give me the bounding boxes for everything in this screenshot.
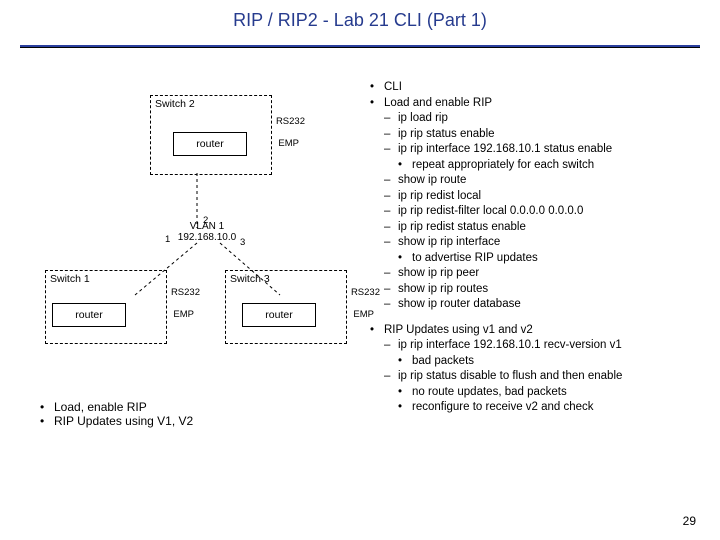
port-2: 2 bbox=[203, 215, 208, 226]
vlan-subnet: 192.168.10.0 bbox=[172, 232, 242, 243]
router-left: router bbox=[52, 303, 126, 327]
cli-rip-updates: RIP Updates using v1 and v2 ip rip inter… bbox=[370, 323, 700, 416]
page-title: RIP / RIP2 - Lab 21 CLI (Part 1) bbox=[0, 0, 720, 31]
cli-heading: CLI bbox=[370, 80, 700, 96]
router-top: router bbox=[173, 132, 247, 156]
cli-load-enable-text: Load and enable RIP bbox=[384, 97, 492, 109]
cli-cmd: show ip rip interface to advertise RIP u… bbox=[384, 235, 700, 266]
cli-note: bad packets bbox=[398, 354, 700, 370]
cli-cmd: ip rip redist-filter local 0.0.0.0 0.0.0… bbox=[384, 204, 700, 220]
rs232-label: RS232 bbox=[276, 116, 305, 127]
router-right: router bbox=[242, 303, 316, 327]
rs232-label-1: RS232 bbox=[171, 287, 200, 298]
slide-stage: Switch 2 RS232 router EMP VLAN 1 192.168… bbox=[20, 60, 700, 520]
cli-cmd-text: ip rip interface 192.168.10.1 status ena… bbox=[398, 143, 612, 155]
cli-bullets: CLI Load and enable RIP ip load rip ip r… bbox=[370, 80, 700, 416]
switch-3-label: Switch 3 bbox=[230, 273, 270, 285]
cli-cmd: ip rip interface 192.168.10.1 status ena… bbox=[384, 142, 700, 173]
cli-cmd: ip rip status disable to flush and then … bbox=[384, 369, 700, 416]
switch-1-box: Switch 1 RS232 router EMP bbox=[45, 270, 167, 344]
cli-rip-updates-text: RIP Updates using v1 and v2 bbox=[384, 324, 533, 336]
left-bullet-0: Load, enable RIP bbox=[40, 400, 340, 414]
switch-1-label: Switch 1 bbox=[50, 273, 90, 285]
emp-label: EMP bbox=[278, 138, 299, 149]
cli-cmd: ip rip status enable bbox=[384, 127, 700, 143]
cli-note: repeat appropriately for each switch bbox=[398, 158, 700, 174]
cli-cmd-text: ip rip status disable to flush and then … bbox=[398, 370, 622, 382]
cli-cmd: ip rip redist local bbox=[384, 189, 700, 205]
cli-cmd: show ip route bbox=[384, 173, 700, 189]
cli-cmd: show ip rip peer bbox=[384, 266, 700, 282]
emp-label-1: EMP bbox=[173, 309, 194, 320]
cli-cmd-text: ip rip interface 192.168.10.1 recv-versi… bbox=[398, 339, 622, 351]
router-label: router bbox=[75, 309, 102, 321]
cli-cmd: show ip router database bbox=[384, 297, 700, 313]
cli-cmd: ip rip interface 192.168.10.1 recv-versi… bbox=[384, 338, 700, 369]
port-3: 3 bbox=[240, 237, 245, 248]
cli-note: to advertise RIP updates bbox=[398, 251, 700, 267]
left-bullets: Load, enable RIP RIP Updates using V1, V… bbox=[40, 400, 340, 428]
network-diagram: Switch 2 RS232 router EMP VLAN 1 192.168… bbox=[75, 95, 355, 345]
cli-note: reconfigure to receive v2 and check bbox=[398, 400, 700, 416]
cli-load-enable: Load and enable RIP ip load rip ip rip s… bbox=[370, 96, 700, 313]
router-label: router bbox=[196, 138, 223, 150]
title-rule bbox=[20, 45, 700, 48]
page-number: 29 bbox=[683, 514, 696, 528]
cli-cmd: show ip rip routes bbox=[384, 282, 700, 298]
cli-note: no route updates, bad packets bbox=[398, 385, 700, 401]
cli-cmd-text: show ip rip interface bbox=[398, 236, 500, 248]
left-bullet-1: RIP Updates using V1, V2 bbox=[40, 414, 340, 428]
switch-2-box: Switch 2 RS232 router EMP bbox=[150, 95, 272, 175]
cli-cmd: ip rip redist status enable bbox=[384, 220, 700, 236]
switch-3-box: Switch 3 RS232 router EMP bbox=[225, 270, 347, 344]
port-1: 1 bbox=[165, 234, 170, 245]
router-label: router bbox=[265, 309, 292, 321]
switch-2-label: Switch 2 bbox=[155, 98, 195, 110]
cli-cmd: ip load rip bbox=[384, 111, 700, 127]
